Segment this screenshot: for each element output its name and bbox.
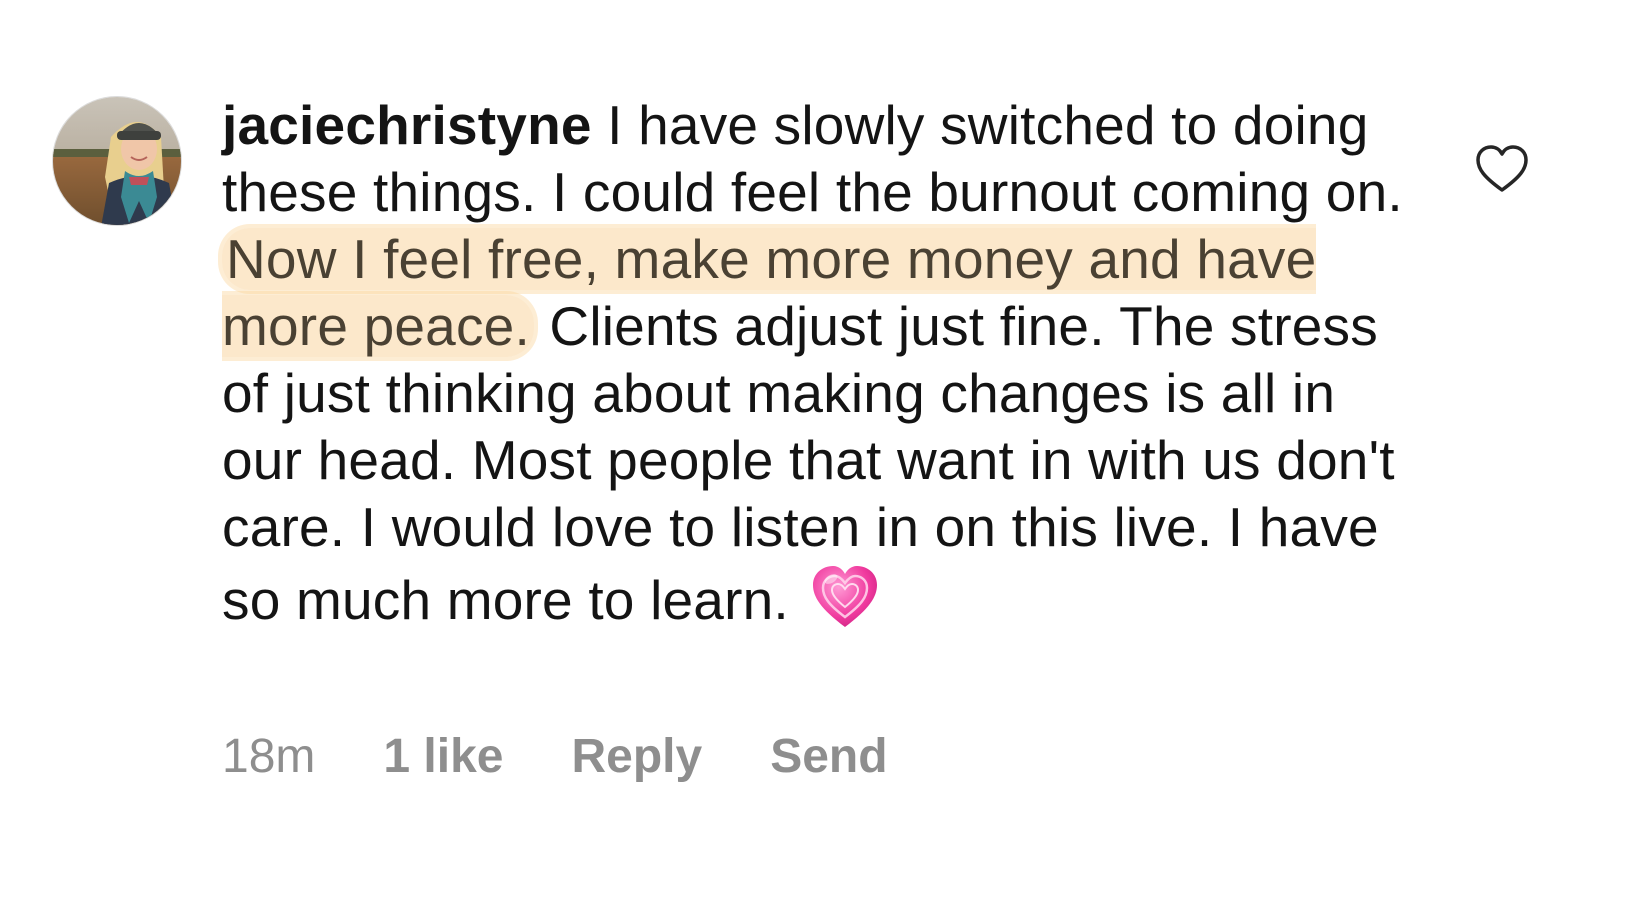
reply-button[interactable]: Reply bbox=[571, 727, 702, 787]
heart-outline-icon bbox=[1476, 145, 1528, 192]
sparkling-heart-emoji bbox=[809, 561, 881, 633]
username-link[interactable]: jaciechristyne bbox=[222, 94, 592, 156]
timestamp: 18m bbox=[222, 730, 316, 783]
likes-count-button[interactable]: 1 like bbox=[383, 727, 503, 787]
comment-meta: 18m 1 like Reply Send bbox=[222, 727, 888, 787]
comment: jaciechristyne I have slowly switched to… bbox=[0, 0, 1640, 924]
avatar-photo bbox=[53, 97, 181, 225]
comment-body: jaciechristyne I have slowly switched to… bbox=[222, 92, 1422, 634]
avatar[interactable] bbox=[52, 96, 182, 226]
send-button[interactable]: Send bbox=[770, 727, 887, 787]
like-comment-button[interactable] bbox=[1474, 143, 1530, 195]
